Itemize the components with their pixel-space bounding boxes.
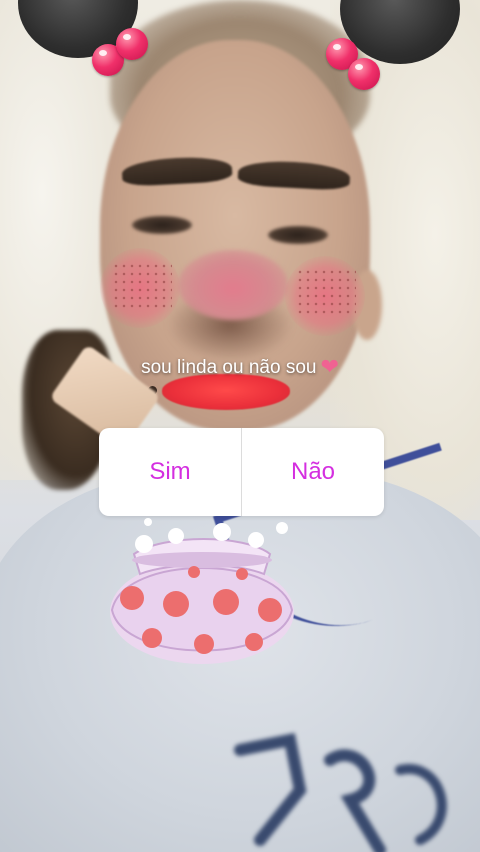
heart-icon: ❤ bbox=[320, 354, 339, 379]
hair-bead-icon bbox=[348, 58, 380, 90]
shirt-print bbox=[234, 732, 447, 852]
eye-left bbox=[132, 216, 192, 234]
poll-sticker: Sim Não bbox=[99, 428, 384, 516]
filter-freckles-left bbox=[112, 262, 172, 312]
eye-right bbox=[268, 226, 328, 244]
poll-option-yes[interactable]: Sim bbox=[99, 428, 241, 516]
filter-freckles-right bbox=[296, 268, 356, 318]
caption-text: sou linda ou não sou bbox=[141, 357, 317, 378]
poll-option-no[interactable]: Não bbox=[242, 428, 384, 516]
story-photo: sou linda ou não sou ❤ Sim Não bbox=[0, 0, 480, 852]
filter-nose bbox=[178, 250, 288, 320]
story-caption: sou linda ou não sou ❤ bbox=[0, 354, 480, 380]
bag-sticker-icon bbox=[110, 518, 294, 664]
hair-bead-icon bbox=[116, 28, 148, 60]
